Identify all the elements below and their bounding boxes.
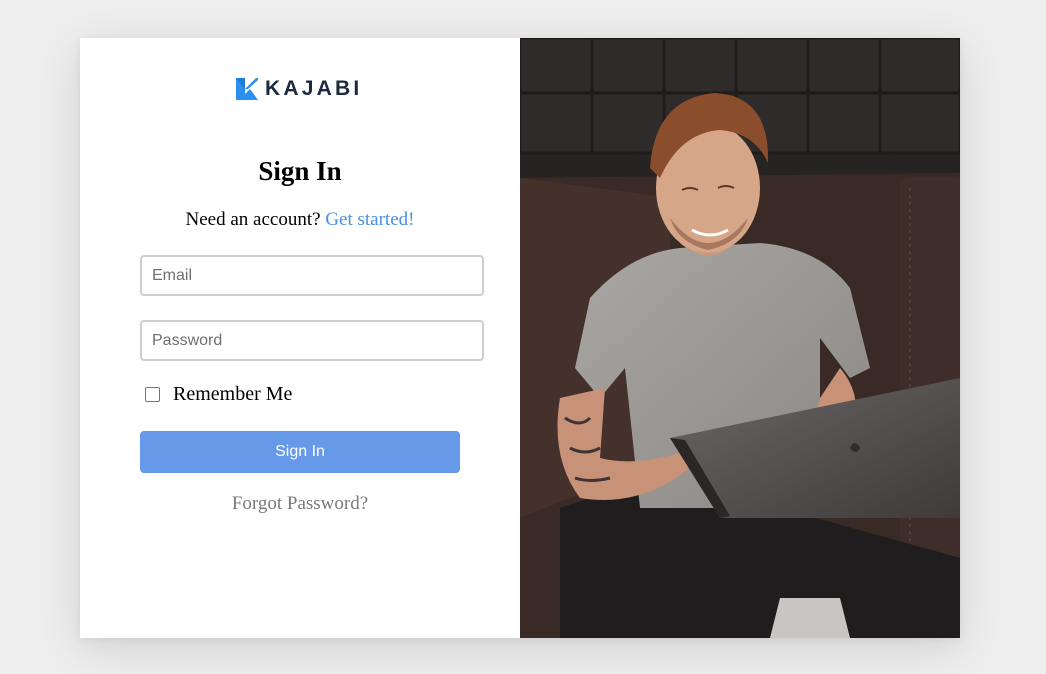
need-account-text: Need an account? [185, 209, 321, 230]
password-field[interactable] [140, 320, 484, 361]
remember-me-row: Remember Me [145, 383, 292, 406]
signin-card: KAJABI Sign In Need an account? Get star… [80, 38, 960, 638]
remember-me-label: Remember Me [173, 383, 293, 405]
hero-photo [520, 38, 960, 638]
kajabi-k-icon [236, 78, 258, 100]
page-title: Sign In [258, 156, 342, 186]
forgot-password-link[interactable]: Forgot Password? [80, 493, 520, 515]
email-field[interactable] [140, 255, 484, 296]
signin-panel: KAJABI Sign In Need an account? Get star… [80, 38, 520, 638]
remember-me-checkbox[interactable] [145, 387, 160, 402]
get-started-link[interactable]: Get started! [325, 209, 414, 230]
man-with-laptop-illustration [520, 38, 960, 638]
need-account-line: Need an account? Get started! [80, 209, 520, 231]
kajabi-logo[interactable]: KAJABI [236, 78, 362, 100]
sign-in-button[interactable]: Sign In [140, 431, 460, 473]
brand-name: KAJABI [265, 77, 363, 100]
